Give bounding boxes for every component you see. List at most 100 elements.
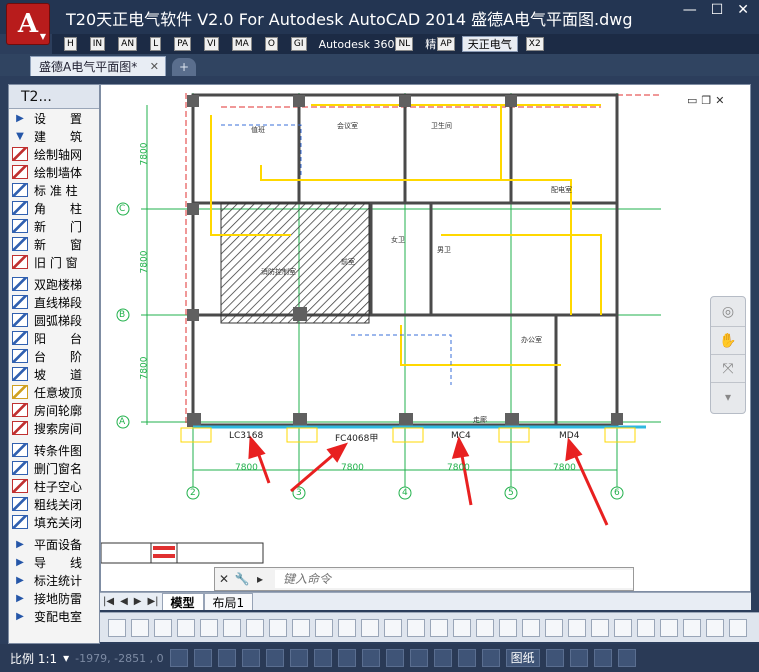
- grid-icon[interactable]: [246, 618, 264, 637]
- palette-item[interactable]: ▼ 建 筑: [9, 127, 99, 145]
- palette-item[interactable]: 绘制轴网: [9, 145, 99, 163]
- ribbon-tab[interactable]: AN: [112, 36, 142, 52]
- palette-item[interactable]: 标 准 柱: [9, 181, 99, 199]
- paper-space-toggle[interactable]: 图纸: [505, 649, 540, 667]
- grid-toggle-icon[interactable]: [193, 649, 212, 667]
- lock-ui-icon[interactable]: [545, 649, 564, 667]
- select-icon[interactable]: [545, 618, 563, 637]
- quick-properties-icon[interactable]: [361, 649, 380, 667]
- ribbon-tab[interactable]: MA: [226, 36, 257, 52]
- ribbon-tab[interactable]: X2: [520, 36, 549, 52]
- palette-item[interactable]: 新 门: [9, 217, 99, 235]
- ribbon-tab[interactable]: IN: [84, 36, 110, 52]
- erase-icon[interactable]: [683, 618, 701, 637]
- app-menu-button[interactable]: A ▼: [6, 3, 50, 45]
- array-icon[interactable]: [315, 618, 333, 637]
- command-input[interactable]: [275, 570, 633, 588]
- snap-toggle-icon[interactable]: [169, 649, 188, 667]
- palette-item[interactable]: ▶ 标注统计: [9, 571, 99, 589]
- palette-item[interactable]: 柱子空心: [9, 477, 99, 495]
- zoom-icon[interactable]: [269, 618, 287, 637]
- fixture-icon[interactable]: [407, 618, 425, 637]
- measure-icon[interactable]: [660, 618, 678, 637]
- hardware-acceleration-icon[interactable]: [593, 649, 612, 667]
- palette-item[interactable]: 房间轮廓: [9, 401, 99, 419]
- palette-item[interactable]: ▶ 导 线: [9, 553, 99, 571]
- palette-item[interactable]: 删门窗名: [9, 459, 99, 477]
- copy-icon[interactable]: [200, 618, 218, 637]
- clean-screen-icon[interactable]: [617, 649, 636, 667]
- palette-item[interactable]: 坡 道: [9, 365, 99, 383]
- tab-layout1[interactable]: 布局1: [203, 593, 254, 610]
- selection-cycling-icon[interactable]: [385, 649, 404, 667]
- drawing-canvas[interactable]: C B A 2 3 4 5 6 7800 7800 7800 7800 7800…: [100, 84, 751, 592]
- palette-item[interactable]: 搜索房间: [9, 419, 99, 437]
- palette-item[interactable]: 直线梯段: [9, 293, 99, 311]
- palette-item[interactable]: ▶ 设 置: [9, 109, 99, 127]
- command-history-icon[interactable]: ▸: [251, 572, 269, 586]
- palette-item[interactable]: 填充关闭: [9, 513, 99, 531]
- minimize-viewport-icon[interactable]: ▭: [687, 94, 697, 107]
- settings-icon[interactable]: [706, 618, 724, 637]
- chevron-down-icon[interactable]: ▾: [63, 651, 69, 665]
- palette-item[interactable]: ▶ 接地防雷: [9, 589, 99, 607]
- text-icon[interactable]: [637, 618, 655, 637]
- transparency-toggle-icon[interactable]: [337, 649, 356, 667]
- palette-item[interactable]: 粗线关闭: [9, 495, 99, 513]
- dynamic-input-icon[interactable]: [409, 649, 428, 667]
- ribbon-tab[interactable]: L: [144, 36, 166, 52]
- annotation-monitor-icon[interactable]: [433, 649, 452, 667]
- fixture-icon[interactable]: [384, 618, 402, 637]
- first-layout-icon[interactable]: |◀: [100, 596, 117, 607]
- tab-model[interactable]: 模型: [161, 593, 204, 610]
- osnap-toggle-icon[interactable]: [265, 649, 284, 667]
- arrow-icon[interactable]: [568, 618, 586, 637]
- connect-icon[interactable]: [522, 618, 540, 637]
- palette-item[interactable]: 阳 台: [9, 329, 99, 347]
- close-viewport-icon[interactable]: ✕: [715, 94, 724, 107]
- wire-icon[interactable]: [499, 618, 517, 637]
- model-space-icon[interactable]: [457, 649, 476, 667]
- ortho-toggle-icon[interactable]: [217, 649, 236, 667]
- ribbon-tab[interactable]: 天正电气: [461, 36, 518, 52]
- calculator-icon[interactable]: [108, 618, 126, 637]
- zoom-extents-icon[interactable]: ⤧: [711, 355, 745, 383]
- circle-icon[interactable]: [223, 618, 241, 637]
- palette-item[interactable]: 双跑楼梯: [9, 275, 99, 293]
- light-icon[interactable]: [430, 618, 448, 637]
- close-command-icon[interactable]: ✕: [215, 572, 233, 586]
- palette-item[interactable]: 角 柱: [9, 199, 99, 217]
- otrack-toggle-icon[interactable]: [289, 649, 308, 667]
- palette-item[interactable]: 新 窗: [9, 235, 99, 253]
- next-layout-icon[interactable]: ▶: [131, 596, 145, 607]
- isolate-objects-icon[interactable]: [569, 649, 588, 667]
- minimize-icon[interactable]: —: [683, 2, 697, 18]
- palette-item[interactable]: 转条件图: [9, 441, 99, 459]
- palette-item[interactable]: 台 阶: [9, 347, 99, 365]
- close-icon[interactable]: ✕: [737, 2, 749, 18]
- lineweight-toggle-icon[interactable]: [313, 649, 332, 667]
- workspace-icon[interactable]: [481, 649, 500, 667]
- palette-item[interactable]: ▶ 变配电室: [9, 607, 99, 625]
- match-icon[interactable]: [177, 618, 195, 637]
- maximize-icon[interactable]: ☐: [711, 2, 724, 18]
- help-icon[interactable]: [729, 618, 747, 637]
- polar-toggle-icon[interactable]: [241, 649, 260, 667]
- outlet-icon[interactable]: [476, 618, 494, 637]
- palette-item[interactable]: 任意坡顶: [9, 383, 99, 401]
- pen-icon[interactable]: [614, 618, 632, 637]
- ribbon-tab[interactable]: PA: [168, 36, 196, 52]
- palette-item[interactable]: 旧 门 窗: [9, 253, 99, 271]
- close-tab-icon[interactable]: ✕: [150, 60, 159, 73]
- palette-item[interactable]: ▶ 平面设备: [9, 535, 99, 553]
- ribbon-tab[interactable]: O: [259, 36, 283, 52]
- chevron-down-icon[interactable]: ▾: [711, 383, 745, 411]
- steering-wheel-icon[interactable]: ◎: [711, 297, 745, 327]
- prev-layout-icon[interactable]: ◀: [117, 596, 131, 607]
- last-layout-icon[interactable]: ▶|: [144, 596, 161, 607]
- ribbon-tab[interactable]: VI: [198, 36, 224, 52]
- node-icon[interactable]: [292, 618, 310, 637]
- ribbon-tab[interactable]: Autodesk 360 NL: [314, 36, 419, 52]
- ribbon-tab[interactable]: H: [58, 36, 82, 52]
- new-tab-button[interactable]: +: [172, 58, 196, 76]
